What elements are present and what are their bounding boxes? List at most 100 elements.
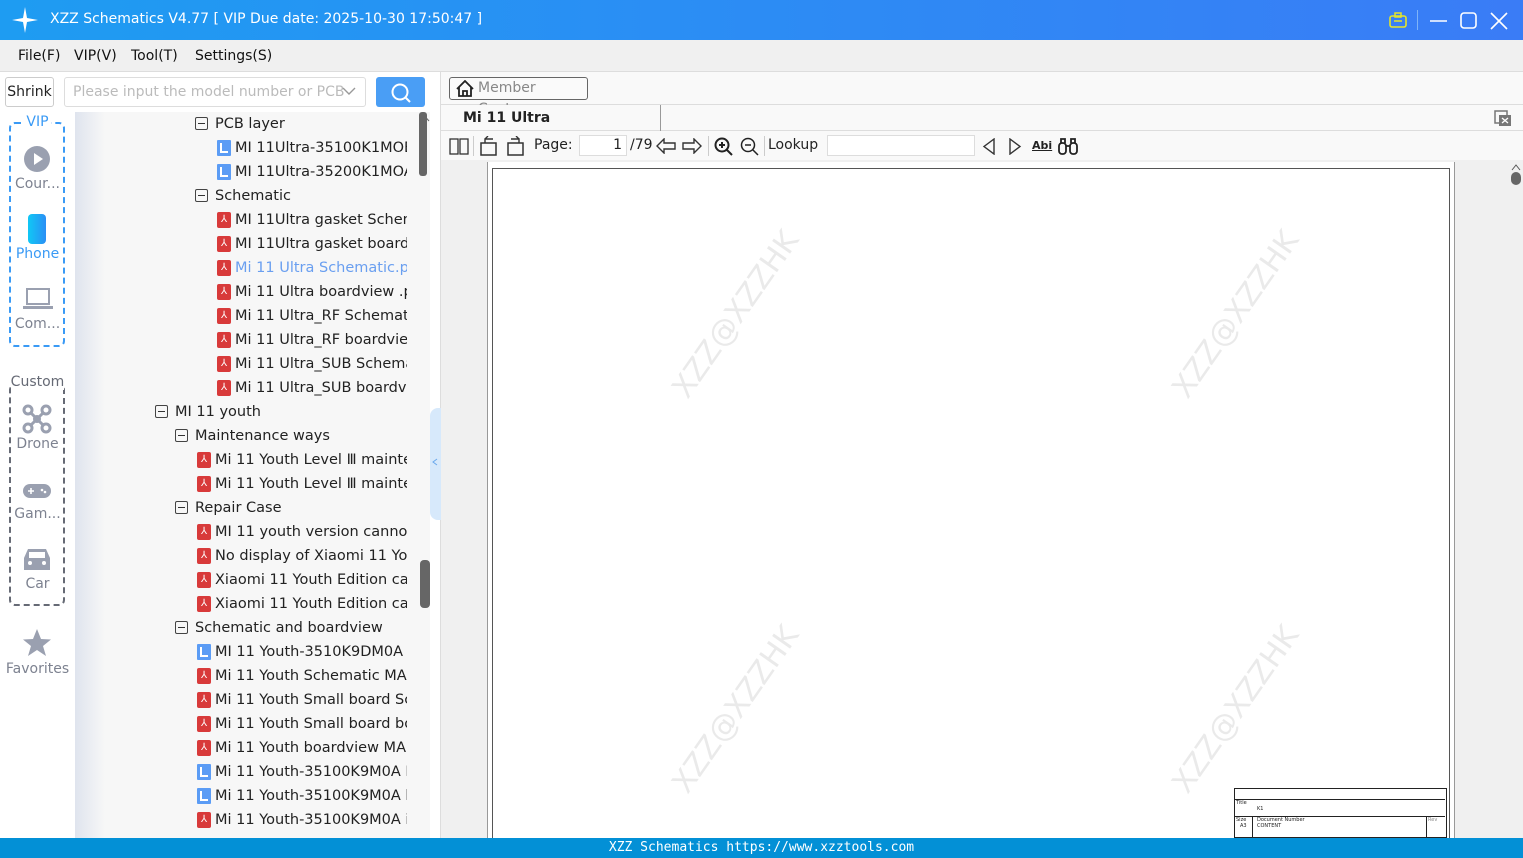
tree-item-label: Mi 11 Ultra_SUB Schemati xyxy=(235,356,407,372)
pdf-file-icon: ⅄ xyxy=(217,212,231,228)
menu-bar: File(F) VIP(V) Tool(T) Settings(S) xyxy=(0,40,1523,72)
tree-file-item[interactable]: ⅄ MI 11 youth version cannot b xyxy=(75,520,407,544)
zoom-out-icon[interactable] xyxy=(740,137,759,156)
tree-file-item[interactable]: ⅄ Mi 11 Youth Small board Sch xyxy=(75,688,407,712)
rotate-right-icon[interactable] xyxy=(505,136,525,156)
tree-file-item[interactable]: MI 11 Youth-3510K9DM0A P xyxy=(75,640,407,664)
collapse-pane-handle[interactable] xyxy=(430,408,441,520)
model-search-input[interactable]: Please input the model number or PCB xyxy=(64,77,366,107)
viewer-pane: Member Center Mi 11 Ultra Schematic.pdf … xyxy=(441,72,1523,848)
find-next-icon[interactable] xyxy=(1008,138,1022,155)
category-nav: VIP Cour... Phone Com... Custom Drone Ga… xyxy=(0,112,75,838)
menu-tool[interactable]: Tool(T) xyxy=(131,48,178,64)
shrink-button[interactable]: Shrink xyxy=(5,77,54,107)
tree-scrollbar[interactable] xyxy=(419,112,430,838)
menu-vip[interactable]: VIP(V) xyxy=(74,48,117,64)
pdf-page[interactable]: XZZ@XZZHK XZZ@XZZHK XZZ@XZZHK XZZ@XZZHK … xyxy=(487,162,1455,848)
tree-file-item[interactable]: ⅄ Mi 11 Ultra boardview .pd xyxy=(75,280,407,304)
nav-item-car[interactable]: Car xyxy=(0,576,75,592)
home-icon xyxy=(456,80,474,97)
nav-item-favorites[interactable]: Favorites xyxy=(0,661,75,677)
page-number-input[interactable]: 1 xyxy=(579,135,627,156)
tree-file-item[interactable]: ⅄ Mi 11 Youth Small board boa xyxy=(75,712,407,736)
gamepad-icon[interactable] xyxy=(23,484,51,498)
menu-file[interactable]: File(F) xyxy=(18,48,60,64)
tree-file-item[interactable]: ⅄ Mi 11 Ultra_SUB Schemati xyxy=(75,352,407,376)
tree-file-item[interactable]: ⅄ Mi 11 Ultra_RF Schematic xyxy=(75,304,407,328)
close-all-tabs-icon[interactable] xyxy=(1494,110,1512,127)
rev-label: Rev xyxy=(1428,817,1438,823)
chevron-down-icon[interactable] xyxy=(342,86,356,96)
menu-settings[interactable]: Settings(S) xyxy=(195,48,272,64)
star-icon[interactable] xyxy=(22,628,52,658)
lookup-label: Lookup xyxy=(768,137,819,153)
tree-file-item[interactable]: ⅄ Mi 11 Ultra_RF boardview xyxy=(75,328,407,352)
two-page-view-icon[interactable] xyxy=(449,138,469,155)
tree-file-item[interactable]: ⅄ Mi 11 Youth boardview MAIN xyxy=(75,736,407,760)
car-icon[interactable] xyxy=(23,546,51,572)
tree-file-item[interactable]: ⅄ MI 11Ultra gasket boardvi xyxy=(75,232,407,256)
tree-item-label: MI 11Ultra-35200K1MOA- xyxy=(235,164,407,180)
drone-icon[interactable] xyxy=(22,404,52,434)
close-icon[interactable] xyxy=(1490,12,1508,30)
laptop-icon[interactable] xyxy=(23,288,53,310)
tree-file-item[interactable]: MI 11Ultra-35200K1MOA- xyxy=(75,160,407,184)
minimize-icon[interactable] xyxy=(1430,12,1448,30)
tree-item-label: No display of Xiaomi 11 You xyxy=(215,548,407,564)
tree-group[interactable]: MI 11 youth xyxy=(75,400,407,424)
rotate-left-icon[interactable] xyxy=(479,136,499,156)
briefcase-icon[interactable] xyxy=(1389,12,1407,28)
tree-scrollbar-thumb[interactable] xyxy=(420,560,430,608)
pdf-file-icon: ⅄ xyxy=(197,452,211,468)
tree-file-item[interactable]: ⅄ Mi 11 Youth Level Ⅲ mainter xyxy=(75,448,407,472)
tree-file-item[interactable]: ⅄ Xiaomi 11 Youth Edition can xyxy=(75,568,407,592)
scroll-up-icon[interactable] xyxy=(1511,164,1521,171)
tree-file-item[interactable]: Mi 11 Youth-35100K9M0A b xyxy=(75,784,407,808)
tree-group[interactable]: PCB layer xyxy=(75,112,407,136)
tree-group[interactable]: Schematic and boardview xyxy=(75,616,407,640)
play-circle-icon[interactable] xyxy=(23,145,51,173)
nav-item-computer[interactable]: Com... xyxy=(0,316,75,332)
tree-item-label: Schematic and boardview xyxy=(195,620,383,636)
next-page-arrow-icon[interactable] xyxy=(682,138,702,154)
collapse-toggle-icon[interactable] xyxy=(195,117,208,130)
tree-file-item[interactable]: ⅄ No display of Xiaomi 11 You xyxy=(75,544,407,568)
collapse-toggle-icon[interactable] xyxy=(175,501,188,514)
previous-page-arrow-icon[interactable] xyxy=(656,138,676,154)
collapse-toggle-icon[interactable] xyxy=(155,405,168,418)
binoculars-icon[interactable] xyxy=(1058,137,1078,155)
viewer-scrollbar-thumb[interactable] xyxy=(1511,172,1521,185)
find-previous-icon[interactable] xyxy=(982,138,996,155)
maximize-icon[interactable] xyxy=(1460,12,1478,30)
phone-icon[interactable] xyxy=(28,214,46,244)
collapse-toggle-icon[interactable] xyxy=(175,621,188,634)
lookup-input[interactable] xyxy=(827,135,975,156)
tab-document[interactable]: Mi 11 Ultra Schematic.pdf xyxy=(441,105,661,152)
search-button[interactable] xyxy=(376,77,425,107)
collapse-toggle-icon[interactable] xyxy=(195,189,208,202)
match-case-icon[interactable]: Abi xyxy=(1032,139,1052,152)
tree-scrollbar-thumb-top[interactable] xyxy=(419,112,427,176)
title-block: Title K1 Size A3 Document Number CONTENT… xyxy=(1234,788,1447,838)
tree-file-item[interactable]: Mi 11 Youth-35100K9M0A P xyxy=(75,760,407,784)
collapse-toggle-icon[interactable] xyxy=(175,429,188,442)
tree-file-item[interactable]: ⅄ MI 11Ultra gasket Schema xyxy=(75,208,407,232)
zoom-in-icon[interactable] xyxy=(714,137,733,156)
tree-group[interactable]: Maintenance ways xyxy=(75,424,407,448)
pdf-file-icon: ⅄ xyxy=(217,380,231,396)
tree-file-item[interactable]: ⅄ Mi 11 Youth Schematic MAIN xyxy=(75,664,407,688)
nav-item-games[interactable]: Gam... xyxy=(0,506,75,522)
tree-group[interactable]: Schematic xyxy=(75,184,407,208)
nav-item-drone[interactable]: Drone xyxy=(0,436,75,452)
tree-file-item[interactable]: ⅄ Mi 11 Ultra_SUB boardvie xyxy=(75,376,407,400)
nav-item-phone[interactable]: Phone xyxy=(0,246,75,262)
tree-file-item[interactable]: ⅄ Mi 11 Ultra Schematic.pdf xyxy=(75,256,407,280)
tree-group[interactable]: Repair Case xyxy=(75,496,407,520)
tree-file-item[interactable]: ⅄ Mi 11 Youth Level Ⅲ mainter xyxy=(75,472,407,496)
tree-file-item[interactable]: ⅄ Xiaomi 11 Youth Edition can xyxy=(75,592,407,616)
tree-file-item[interactable]: MI 11Ultra-35100K1MOB- xyxy=(75,136,407,160)
nav-item-courses[interactable]: Cour... xyxy=(0,176,75,192)
viewer-scrollbar[interactable] xyxy=(1509,164,1523,838)
tree-file-item[interactable]: ⅄ Mi 11 Youth-35100K9M0A ir xyxy=(75,808,407,832)
member-center-button[interactable]: Member Center xyxy=(449,77,588,117)
